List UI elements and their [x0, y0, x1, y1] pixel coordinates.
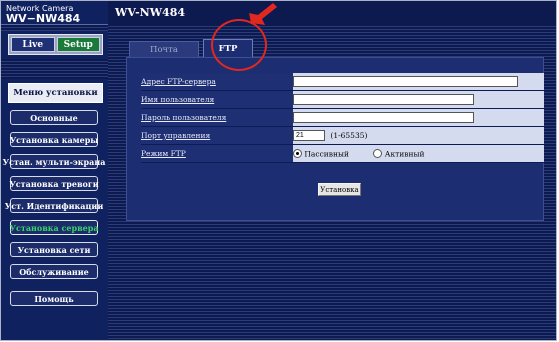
password-input[interactable] — [293, 112, 474, 123]
ftp-mode-label[interactable]: Режим FTP — [141, 144, 293, 163]
camera-setup-window: Network Camera WV−NW484 Live Setup Меню … — [0, 0, 557, 341]
stripe-band — [1, 25, 108, 31]
passive-label: Пассивный — [304, 149, 349, 159]
brand: Network Camera WV−NW484 — [6, 5, 80, 25]
setup-menu-title: Меню установки — [8, 83, 103, 103]
menu-item-server[interactable]: Установка сервера — [10, 220, 99, 235]
ftp-settings-form: Адрес FTP-сервера Имя пользователя Парол… — [141, 73, 544, 163]
sidebar: Network Camera WV−NW484 Live Setup Меню … — [1, 1, 108, 340]
control-port-label[interactable]: Порт управления — [141, 126, 293, 145]
username-label[interactable]: Имя пользователя — [141, 90, 293, 109]
active-label: Активный — [384, 149, 425, 159]
active-radio[interactable] — [373, 149, 383, 159]
menu-item-multiscreen[interactable]: Устан. мульти-экрана — [3, 154, 105, 169]
form-row: Имя пользователя — [141, 90, 544, 109]
menu-item-basic[interactable]: Основные — [10, 110, 98, 125]
menu-item-auth[interactable]: Уст. Идентификации — [5, 198, 103, 213]
menu-item-maintenance[interactable]: Обслуживание — [10, 264, 98, 279]
help-button[interactable]: Помощь — [10, 291, 98, 306]
ftp-server-input[interactable] — [293, 76, 518, 87]
live-setup-switch: Live Setup — [8, 34, 103, 55]
form-row: Режим FTP Пассивный Активный — [141, 144, 544, 163]
red-arrow-icon — [249, 3, 277, 25]
set-button[interactable]: Установка — [318, 183, 361, 196]
form-row: Порт управления (1-65535) — [141, 126, 544, 145]
form-row: Пароль пользователя — [141, 108, 544, 127]
username-input[interactable] — [293, 94, 474, 105]
model-name: WV-NW484 — [115, 6, 186, 19]
highlight-circle — [211, 19, 267, 71]
password-label[interactable]: Пароль пользователя — [141, 108, 293, 127]
passive-radio[interactable] — [293, 149, 302, 159]
tab-mail[interactable]: Почта — [129, 41, 199, 58]
menu-item-camera[interactable]: Установка камеры — [10, 132, 98, 147]
ftp-server-label[interactable]: Адрес FTP-сервера — [141, 73, 293, 91]
menu-item-network[interactable]: Установка сети — [10, 242, 98, 257]
form-row: Адрес FTP-сервера — [141, 73, 544, 91]
setup-button[interactable]: Setup — [56, 37, 100, 52]
header: WV-NW484 — [108, 1, 556, 24]
port-range-hint: (1-65535) — [330, 131, 368, 140]
live-button[interactable]: Live — [11, 37, 55, 52]
menu-item-alarm[interactable]: Установка тревоги — [9, 176, 99, 191]
control-port-input[interactable] — [293, 130, 325, 141]
stripe-band — [1, 59, 108, 79]
